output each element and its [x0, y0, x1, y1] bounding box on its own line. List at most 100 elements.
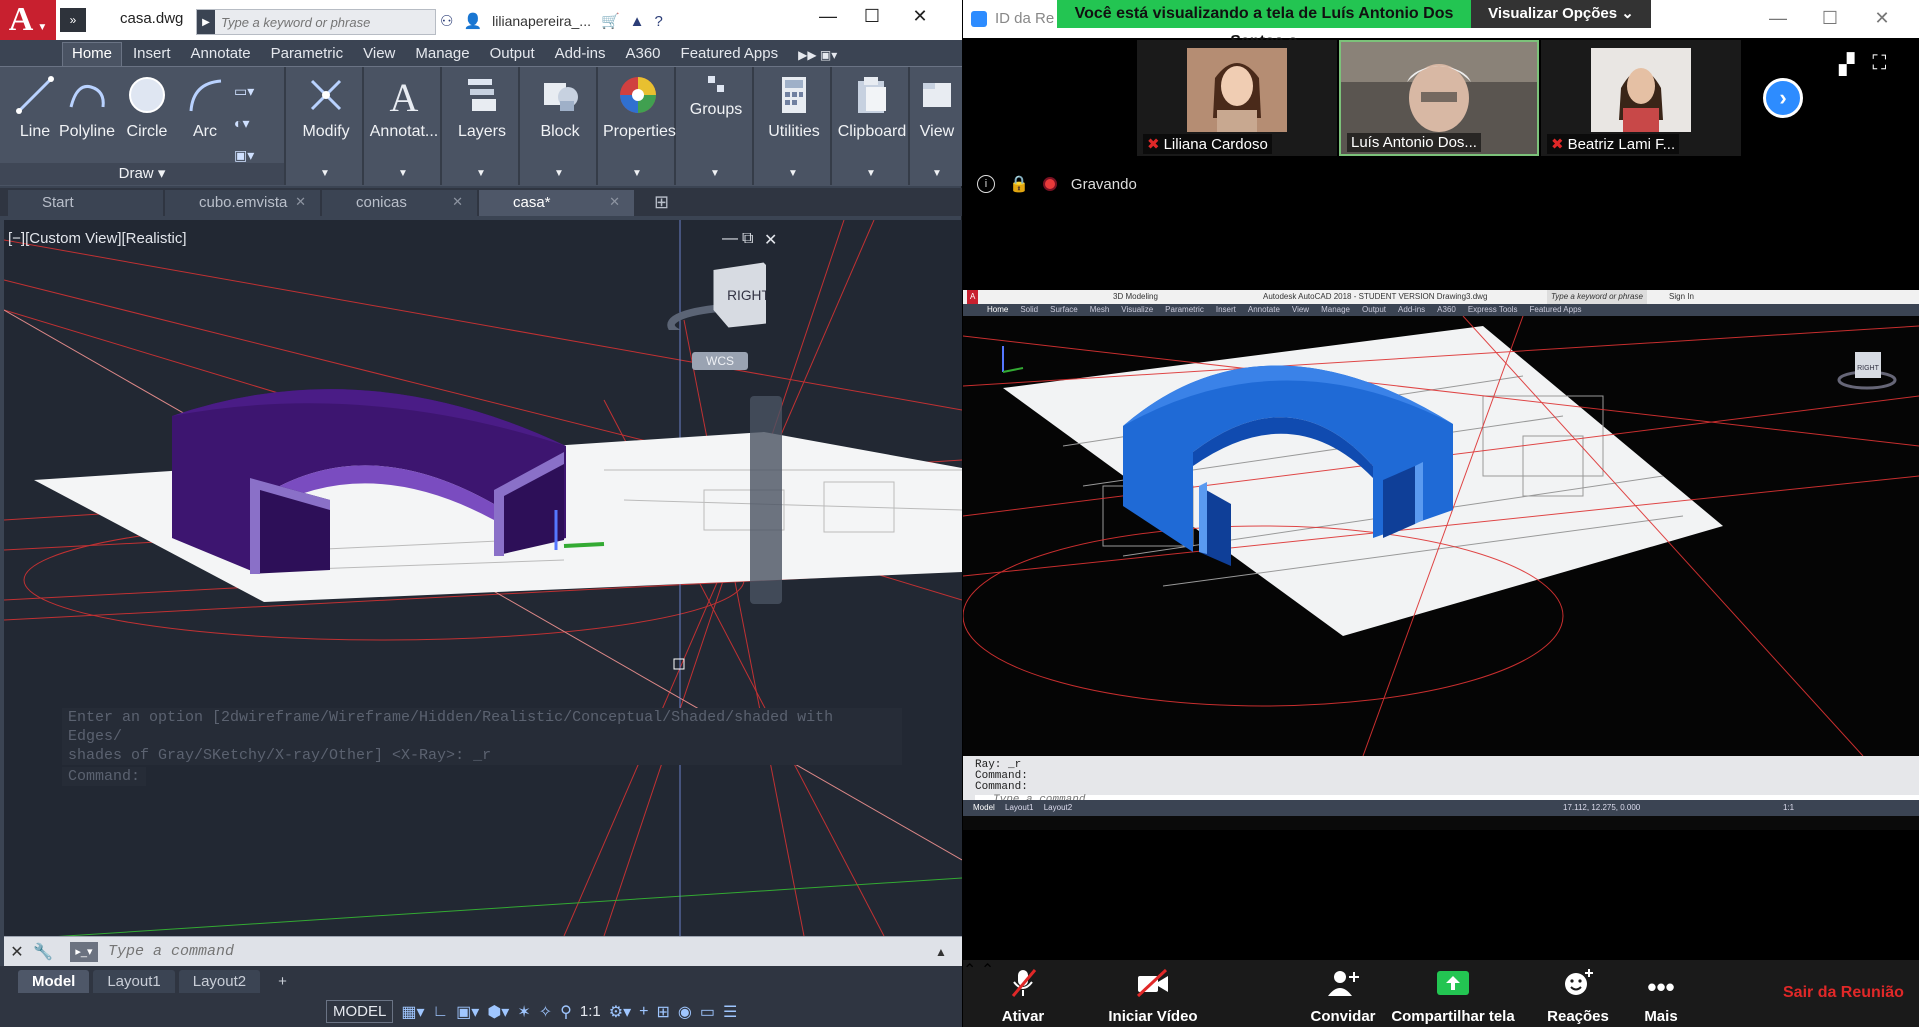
next-page-button[interactable]: ›: [1763, 78, 1803, 118]
reactions-button[interactable]: Reações: [1538, 960, 1618, 1025]
a360-icon[interactable]: ▲: [630, 13, 645, 30]
plus-icon[interactable]: +: [639, 1003, 648, 1021]
view-panel[interactable]: View ▼: [912, 67, 962, 185]
participant-tile[interactable]: ✖ Liliana Cardoso: [1137, 40, 1337, 156]
wrench-icon[interactable]: 🔧: [30, 942, 56, 962]
view-cube[interactable]: RIGHT: [646, 250, 766, 330]
ortho-icon[interactable]: ∟: [433, 1003, 449, 1021]
close-tab-icon[interactable]: ✕: [609, 194, 620, 210]
tab-add-ins[interactable]: Add-ins: [546, 45, 615, 66]
grid-icon[interactable]: ▦▾: [401, 1002, 424, 1022]
start-video-button[interactable]: Iniciar Vídeo: [1093, 960, 1213, 1025]
close-tab-icon[interactable]: ✕: [452, 194, 463, 210]
model-space-button[interactable]: MODEL: [326, 1000, 394, 1023]
properties-tool[interactable]: Properties: [603, 73, 676, 141]
close-tab-icon[interactable]: ✕: [295, 194, 306, 210]
dynamic-ucs-icon[interactable]: ✶: [517, 1002, 530, 1022]
tab-insert[interactable]: Insert: [124, 45, 180, 66]
groups-dropdown-icon[interactable]: ▼: [710, 168, 720, 179]
close-icon[interactable]: ✕: [4, 942, 30, 962]
lock-icon[interactable]: 🔒: [1009, 174, 1029, 194]
participant-tile[interactable]: ✖ Beatriz Lami F...: [1541, 40, 1741, 156]
hardware-acceleration-icon[interactable]: ◉: [678, 1002, 692, 1022]
tab-manage[interactable]: Manage: [406, 45, 478, 66]
doc-tab-conicas[interactable]: conicas ✕: [322, 190, 477, 216]
properties-dropdown-icon[interactable]: ▼: [632, 168, 642, 179]
draw-extra-icons[interactable]: ▭▾ ◐▾ ▣▾: [234, 75, 254, 171]
customization-menu-icon[interactable]: ☰: [723, 1002, 737, 1022]
tab-home[interactable]: Home: [62, 42, 123, 66]
navigation-bar[interactable]: [750, 396, 782, 604]
fullscreen-icon[interactable]: ⛶: [1872, 52, 1886, 77]
chevron-up-icon[interactable]: ▲: [928, 945, 954, 959]
clipboard-tool[interactable]: Clipboard: [837, 73, 907, 141]
annotation-scale[interactable]: 1:1: [580, 1003, 601, 1020]
command-input[interactable]: [98, 943, 898, 960]
more-tabs-icon[interactable]: ▶▶ ▣▾: [789, 48, 846, 66]
new-tab-icon[interactable]: ⊞: [654, 192, 669, 216]
search-expand-icon[interactable]: ▶: [197, 10, 215, 34]
view-options-button[interactable]: Visualizar Opções ⌄: [1471, 0, 1651, 28]
maximize-button[interactable]: ☐: [1805, 8, 1855, 29]
view-tool[interactable]: View: [902, 73, 972, 141]
properties-panel[interactable]: Properties ▼: [600, 67, 676, 185]
tab-featured-apps[interactable]: Featured Apps: [672, 45, 788, 66]
add-layout-icon[interactable]: +: [264, 970, 301, 993]
prompt-icon[interactable]: ▸_▾: [70, 941, 98, 962]
help-icon[interactable]: ?: [655, 13, 663, 30]
utilities-dropdown-icon[interactable]: ▼: [788, 168, 798, 179]
annotation-visibility-icon[interactable]: ✧: [539, 1002, 552, 1022]
share-screen-button[interactable]: Compartilhar tela: [1363, 960, 1543, 1025]
workspace-gear-icon[interactable]: ⚙▾: [609, 1002, 631, 1022]
close-button[interactable]: ✕: [900, 6, 940, 27]
quick-access-expand-icon[interactable]: »: [60, 8, 86, 32]
block-tool[interactable]: Block: [525, 73, 595, 141]
doc-tab-start[interactable]: Start: [8, 190, 163, 216]
viewport-close-icon[interactable]: ✕: [764, 230, 777, 250]
block-panel[interactable]: Block ▼: [522, 67, 598, 185]
cart-icon[interactable]: 🛒: [601, 12, 620, 30]
utilities-tool[interactable]: Utilities: [759, 73, 829, 141]
application-menu-button[interactable]: A ▼: [0, 0, 56, 40]
layers-panel[interactable]: Layers ▼: [444, 67, 520, 185]
minimize-button[interactable]: —: [1753, 8, 1803, 29]
maximize-button[interactable]: ☐: [852, 6, 892, 27]
viewport-minimize-icon[interactable]: —: [722, 230, 738, 248]
user-icon[interactable]: 👤: [463, 12, 482, 30]
tab-parametric[interactable]: Parametric: [262, 45, 353, 66]
minimize-button[interactable]: —: [808, 6, 848, 27]
isolate-objects-icon[interactable]: ⊞: [656, 1002, 669, 1022]
doc-tab-casa[interactable]: casa* ✕: [479, 190, 634, 216]
layout-icon[interactable]: ▞: [1839, 52, 1854, 77]
user-name[interactable]: lilianapereira_...: [492, 13, 591, 29]
clean-screen-icon[interactable]: ▭: [700, 1002, 715, 1022]
wcs-menu[interactable]: WCS: [692, 352, 748, 370]
tab-model[interactable]: Model: [18, 969, 90, 993]
binoculars-icon[interactable]: ⚇: [440, 12, 453, 30]
unmute-button[interactable]: Ativar: [963, 960, 1083, 1025]
layers-dropdown-icon[interactable]: ▼: [476, 168, 486, 179]
annotation-tool[interactable]: A Annotat...: [369, 73, 439, 141]
tab-annotate[interactable]: Annotate: [182, 45, 260, 66]
tab-a360[interactable]: A360: [616, 45, 669, 66]
more-button[interactable]: ••• Mais: [1631, 960, 1691, 1025]
groups-panel[interactable]: Groups ▼: [678, 67, 754, 185]
snap-icon[interactable]: ▣▾: [456, 1002, 479, 1022]
block-dropdown-icon[interactable]: ▼: [554, 168, 564, 179]
modify-panel[interactable]: Modify ▼: [288, 67, 364, 185]
viewport-controls-label[interactable]: [−][Custom View][Realistic]: [8, 230, 187, 247]
modify-tool[interactable]: Modify: [291, 73, 361, 141]
3d-osnap-icon[interactable]: ⬢▾: [487, 1002, 509, 1022]
tab-layout2[interactable]: Layout2: [178, 969, 261, 993]
annotation-panel[interactable]: A Annotat... ▼: [366, 67, 442, 185]
tab-view[interactable]: View: [354, 45, 404, 66]
info-icon[interactable]: i: [977, 175, 995, 193]
search-box[interactable]: ▶: [196, 9, 436, 35]
modify-dropdown-icon[interactable]: ▼: [320, 168, 330, 179]
close-button[interactable]: ✕: [1857, 8, 1907, 29]
tab-output[interactable]: Output: [481, 45, 544, 66]
draw-panel-label[interactable]: Draw ▾: [0, 163, 284, 185]
view-dropdown-icon[interactable]: ▼: [932, 168, 942, 179]
leave-meeting-button[interactable]: Sair da Reunião: [1783, 984, 1904, 1002]
doc-tab-cubo[interactable]: cubo.emvista ✕: [165, 190, 320, 216]
